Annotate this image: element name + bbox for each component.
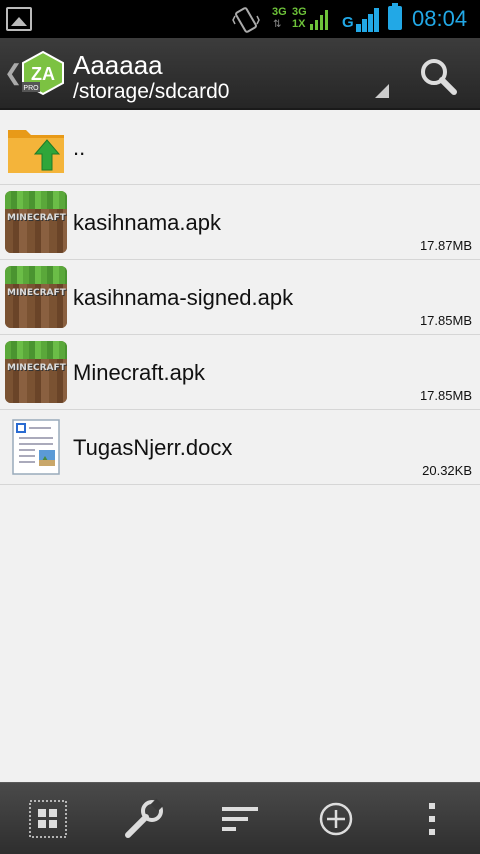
cell-signal-icon: G [342, 8, 382, 32]
list-item-file[interactable]: MINECRAFT Minecraft.apk 17.85MB [0, 335, 480, 410]
file-size: 20.32KB [422, 463, 472, 478]
status-bar: 3G 3G 1X ⇅ G 08:04 [0, 0, 480, 38]
vibrate-icon [232, 7, 260, 33]
search-icon[interactable] [416, 54, 460, 98]
list-item-file[interactable]: TugasNjerr.docx 20.32KB [0, 410, 480, 485]
bottom-toolbar [0, 782, 480, 854]
net-type-label-1: 3G [272, 6, 287, 18]
document-icon [12, 419, 60, 475]
app-logo-icon[interactable]: ZA PRO [20, 50, 66, 96]
overflow-menu-icon[interactable] [410, 797, 454, 841]
tools-icon[interactable] [122, 797, 166, 841]
list-item-file[interactable]: MINECRAFT kasihnama-signed.apk 17.85MB [0, 260, 480, 335]
select-all-icon[interactable] [26, 797, 70, 841]
path-dropdown-icon[interactable] [375, 84, 389, 98]
folder-up-icon [8, 130, 64, 173]
file-list: .. MINECRAFT kasihnama.apk 17.87MB MINEC… [0, 110, 480, 485]
file-name: .. [73, 135, 86, 160]
minecraft-apk-icon: MINECRAFT [5, 341, 67, 403]
folder-path[interactable]: /storage/sdcard0 [73, 80, 229, 104]
action-bar: ❮ ZA PRO Aaaaaa /storage/sdcard0 [0, 38, 480, 110]
file-size: 17.85MB [419, 313, 472, 328]
net-type-label-3: 1X [292, 18, 306, 30]
image-notification-icon [6, 7, 32, 31]
file-name: TugasNjerr.docx [73, 435, 233, 460]
battery-icon [388, 3, 402, 30]
add-icon[interactable] [314, 797, 358, 841]
list-item-file[interactable]: MINECRAFT kasihnama.apk 17.87MB [0, 185, 480, 260]
file-name: kasihnama.apk [73, 210, 221, 235]
file-size: 17.85MB [419, 388, 472, 403]
status-clock: 08:04 [412, 6, 468, 31]
data-arrows-icon: ⇅ [273, 19, 282, 30]
sort-icon[interactable] [218, 797, 262, 841]
list-item-parent-folder[interactable]: .. [0, 110, 480, 185]
net-type-label-2: 3G [292, 6, 307, 18]
logo-text: ZA [31, 64, 55, 84]
file-size: 17.87MB [419, 238, 472, 253]
folder-title[interactable]: Aaaaaa [73, 50, 163, 81]
signal-bars-small-icon [310, 8, 330, 30]
minecraft-apk-icon: MINECRAFT [5, 191, 67, 253]
signal-letter: G [342, 14, 354, 31]
file-name: kasihnama-signed.apk [73, 285, 294, 310]
logo-badge: PRO [23, 85, 39, 92]
minecraft-apk-icon: MINECRAFT [5, 266, 67, 328]
network-indicator: 3G 3G 1X ⇅ [272, 6, 332, 32]
file-name: Minecraft.apk [73, 360, 206, 385]
